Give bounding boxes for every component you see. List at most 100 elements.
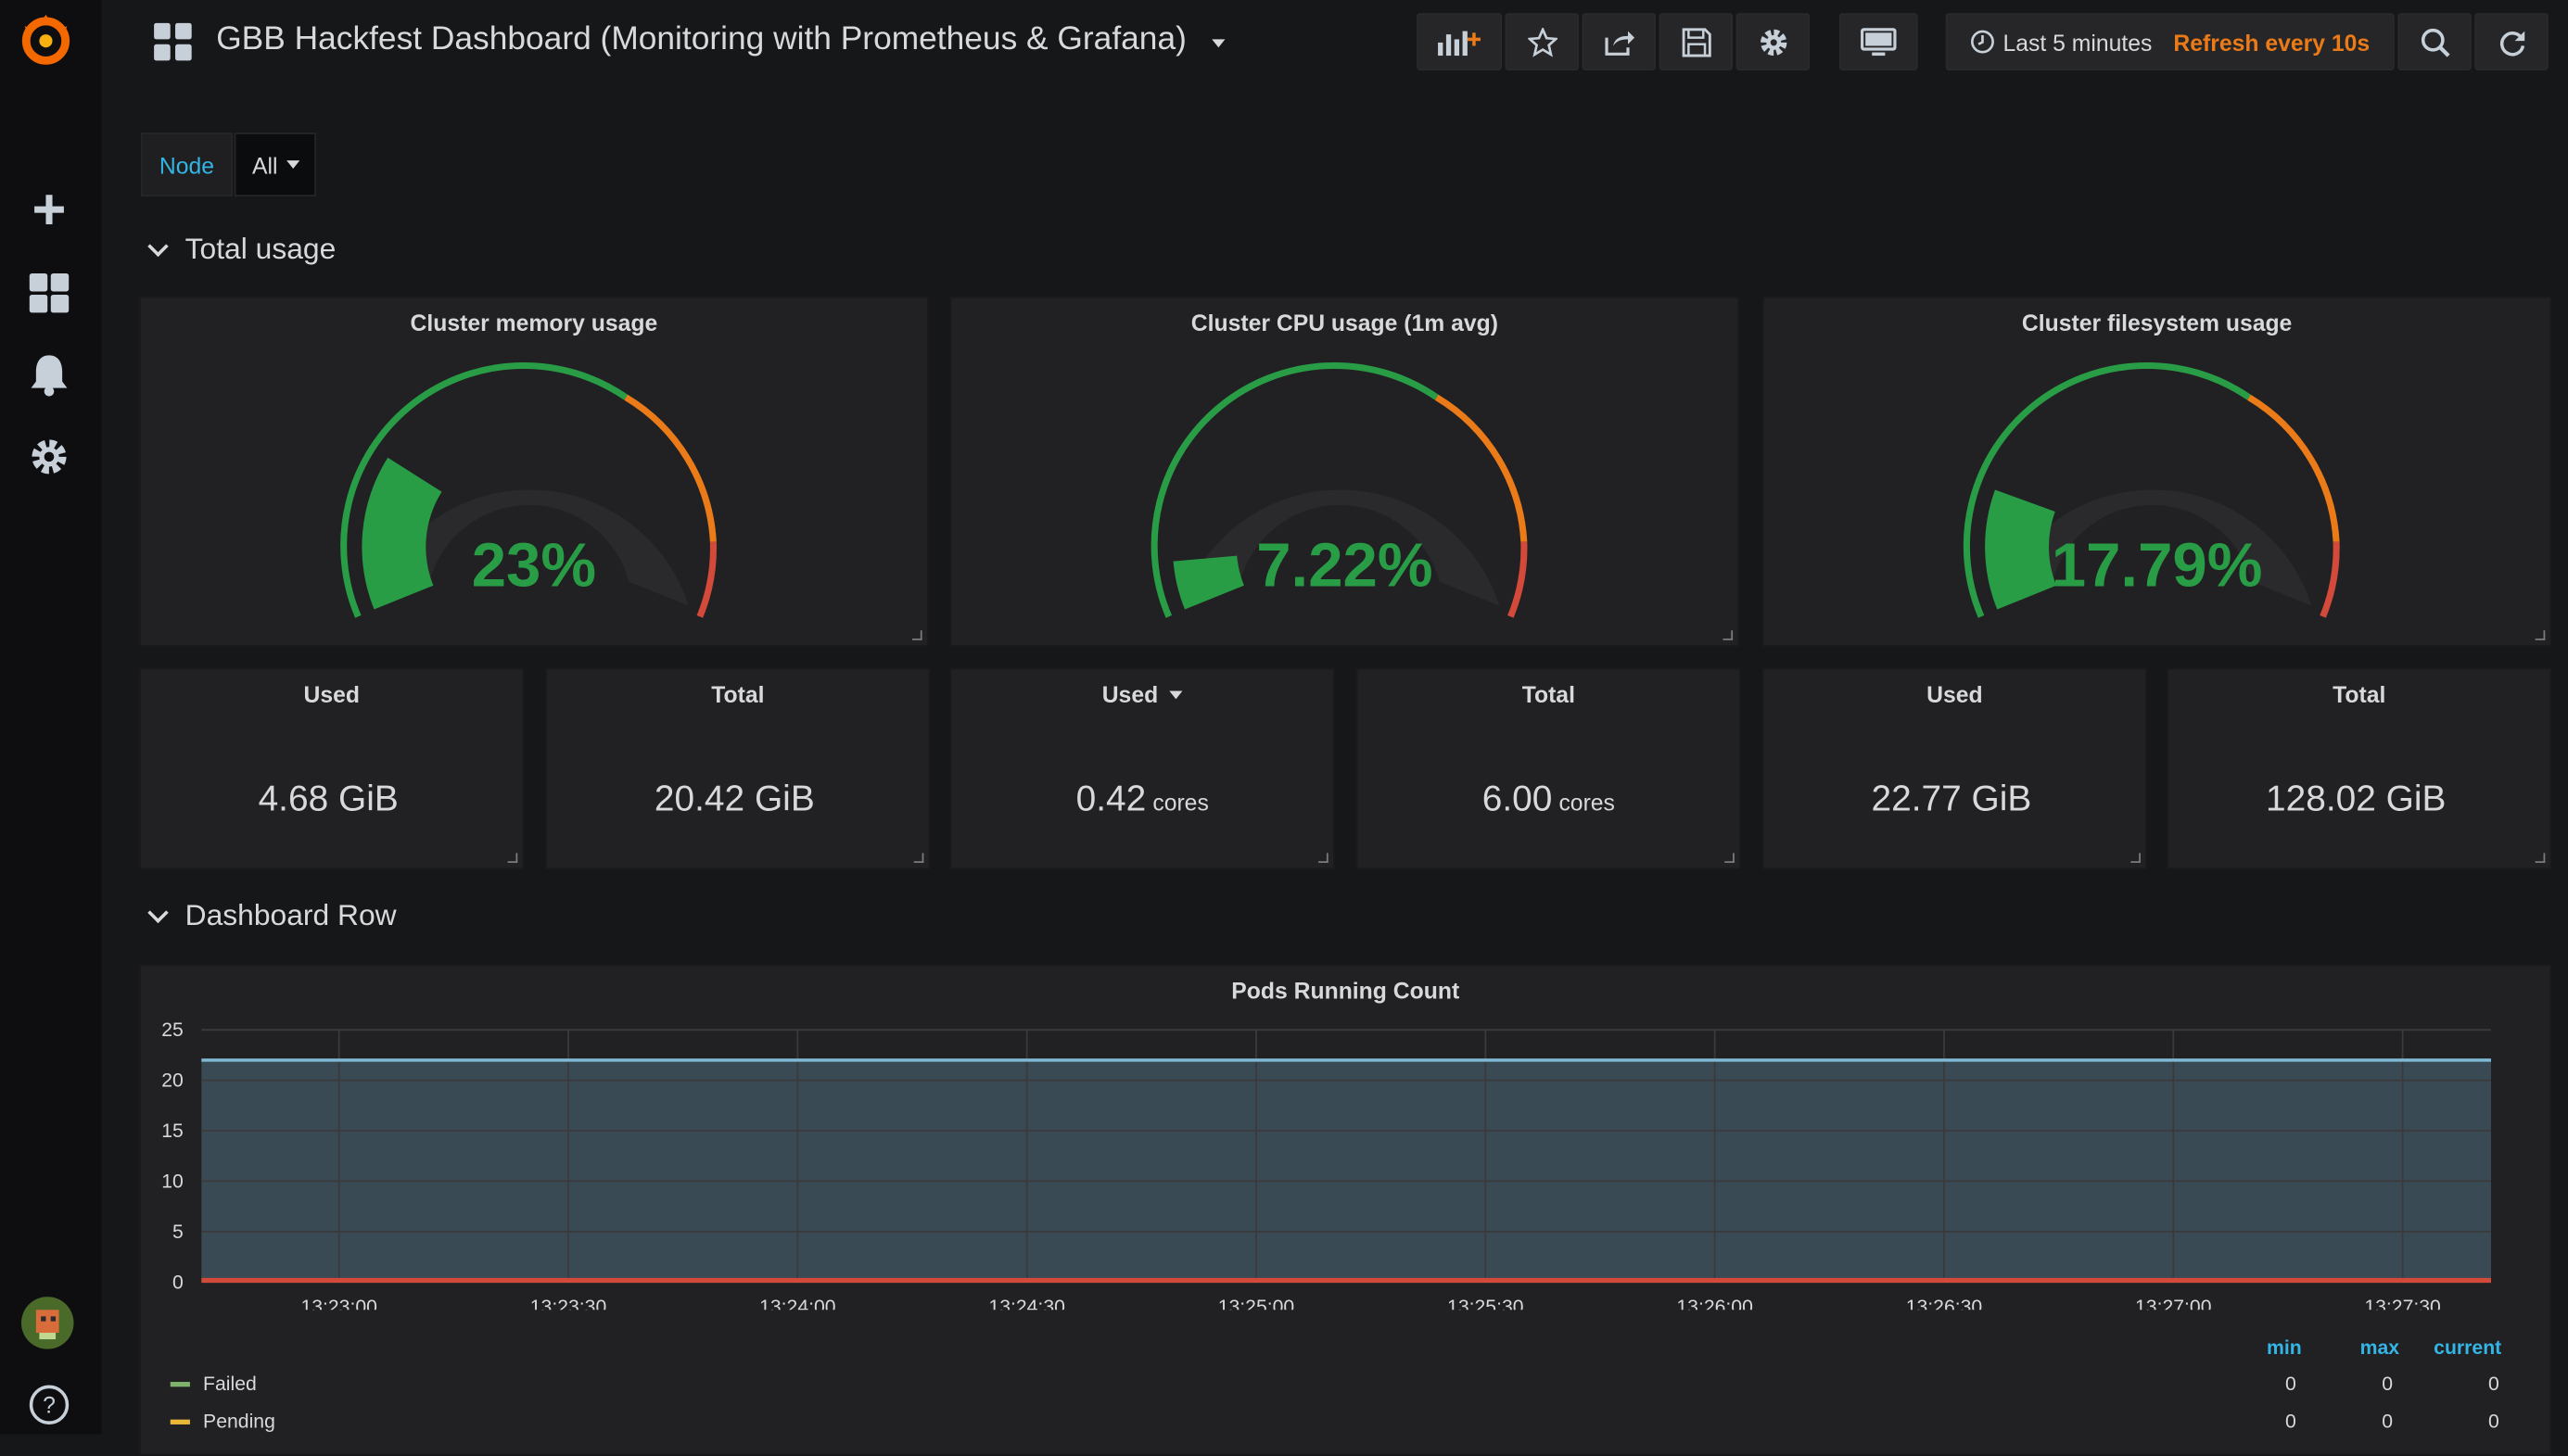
panel-title: Used: [303, 680, 360, 708]
legend-header-max[interactable]: max: [2360, 1336, 2399, 1360]
panel-title: Total: [1521, 680, 1575, 708]
legend-header-current[interactable]: current: [2434, 1336, 2501, 1360]
stat-unit: cores: [1152, 789, 1209, 816]
cog-icon: [1760, 28, 1786, 56]
gear-icon[interactable]: [26, 434, 71, 479]
panel-resize-handle[interactable]: [913, 853, 924, 863]
panel-title: Total: [711, 680, 765, 708]
row-total-usage[interactable]: Total usage: [147, 233, 336, 267]
chevron-down-icon: [147, 902, 169, 924]
legend-label: Failed: [203, 1372, 257, 1396]
pods-chart: 0 5 10 15 20 25 13:23:00 13:23:30 13:24:00 13:24:…: [161, 1019, 2491, 1310]
time-range-label: Last 5 minutes: [2002, 28, 2153, 56]
settings-button[interactable]: [1735, 13, 1811, 70]
tv-mode-button[interactable]: [1838, 13, 1918, 70]
variable-select[interactable]: All: [234, 133, 316, 196]
stat-number: 128.02 GiB: [2266, 778, 2447, 819]
gauge-panel-cpu[interactable]: Cluster CPU usage (1m avg) 7.22%: [949, 296, 1740, 647]
y-tick-label: 0: [172, 1272, 184, 1293]
stat-number: 22.77 GiB: [1871, 778, 2032, 819]
panel-title-label: Used: [1101, 680, 1159, 708]
x-tick-label: 13:24:30: [988, 1297, 1064, 1310]
panel-resize-handle[interactable]: [1318, 853, 1328, 863]
y-tick-label: 5: [172, 1222, 184, 1243]
plus-icon[interactable]: [26, 186, 71, 232]
share-button[interactable]: [1582, 13, 1657, 70]
gauge-panel-memory[interactable]: Cluster memory usage 23%: [139, 296, 929, 647]
main-area: GBB Hackfest Dashboard (Monitoring with …: [101, 0, 2568, 1456]
x-tick-label: 13:27:00: [2135, 1297, 2211, 1310]
panel-resize-handle[interactable]: [2535, 853, 2546, 863]
stat-number: 4.68 GiB: [258, 778, 399, 819]
graph-panel-pods[interactable]: Pods Running Count 0 5 10 15 20 25 13:23:00 13:…: [139, 964, 2552, 1456]
x-tick-label: 13:26:30: [1906, 1297, 1982, 1310]
zoom-out-button[interactable]: [2397, 13, 2472, 70]
stat-memory-used[interactable]: Used 4.68 GiB: [139, 667, 525, 870]
panel-resize-handle[interactable]: [1724, 853, 1735, 863]
gauge-value: 23%: [471, 532, 597, 601]
gauge-panel-filesystem[interactable]: Cluster filesystem usage 17.79%: [1761, 296, 2552, 647]
stat-number: 6.00: [1481, 778, 1553, 819]
panel-resize-handle[interactable]: [911, 630, 922, 640]
stat-fs-total[interactable]: Total 128.02 GiB: [2167, 667, 2552, 870]
share-icon: [1604, 30, 1634, 56]
stat-number: 20.42 GiB: [654, 778, 815, 819]
gauge-value: 7.22%: [1256, 532, 1433, 601]
title-caret-icon[interactable]: [1212, 39, 1226, 48]
legend-current: 0: [2488, 1410, 2499, 1433]
stat-value: 4.68 GiB: [141, 778, 523, 820]
stat-value: 20.42 GiB: [547, 778, 929, 820]
stat-memory-total[interactable]: Total 20.42 GiB: [545, 667, 931, 870]
gauge-value: 17.79%: [2051, 532, 2263, 601]
caret-down-icon: [286, 160, 299, 169]
help-icon[interactable]: ?: [26, 1382, 71, 1427]
stat-cpu-used[interactable]: Used 0.42 cores: [949, 667, 1335, 870]
dashboard-title[interactable]: GBB Hackfest Dashboard (Monitoring with …: [216, 21, 1187, 59]
x-tick-label: 13:23:30: [530, 1297, 606, 1310]
dashboard-navbar: GBB Hackfest Dashboard (Monitoring with …: [102, 0, 2568, 92]
dashboard-grid-icon[interactable]: [154, 22, 193, 70]
refresh-button[interactable]: [2474, 13, 2549, 70]
variable-select-value: All: [252, 151, 278, 178]
legend-swatch: [170, 1418, 190, 1424]
legend-current: 0: [2488, 1372, 2499, 1396]
x-tick-label: 13:25:30: [1447, 1297, 1523, 1310]
avatar[interactable]: [20, 1297, 74, 1349]
panel-resize-handle[interactable]: [2535, 630, 2546, 640]
stat-cpu-total[interactable]: Total 6.00 cores: [1355, 667, 1741, 870]
panel-menu-caret-icon[interactable]: [1169, 690, 1183, 700]
add-panel-button[interactable]: [1417, 13, 1502, 70]
add-panel-icon: [1438, 30, 1481, 56]
legend-item-failed[interactable]: Failed: [170, 1372, 257, 1396]
y-tick-label: 15: [161, 1120, 184, 1142]
dashboards-icon[interactable]: [26, 270, 71, 315]
time-picker[interactable]: Last 5 minutes Refresh every 10s: [1945, 13, 2395, 70]
row-dashboard-row[interactable]: Dashboard Row: [147, 899, 397, 933]
series-area: [201, 1059, 2491, 1283]
panel-title[interactable]: Used: [951, 681, 1333, 707]
panel-resize-handle[interactable]: [507, 853, 518, 863]
y-tick-label: 10: [161, 1171, 184, 1192]
legend-item-pending[interactable]: Pending: [170, 1410, 275, 1433]
x-tick-label: 13:24:00: [759, 1297, 835, 1310]
stat-value: 6.00 cores: [1358, 778, 1740, 820]
panel-title: Total: [2333, 680, 2386, 708]
grafana-logo-icon[interactable]: [17, 10, 76, 70]
y-tick-label: 25: [161, 1019, 184, 1041]
star-button[interactable]: [1505, 13, 1580, 70]
panel-title: Used: [1926, 680, 1983, 708]
x-tick-label: 13:23:00: [300, 1297, 376, 1310]
refresh-icon: [2499, 30, 2524, 56]
variable-label: Node: [140, 133, 233, 196]
x-tick-label: 13:25:00: [1218, 1297, 1294, 1310]
stat-value: 128.02 GiB: [2168, 778, 2550, 820]
panel-resize-handle[interactable]: [2130, 853, 2141, 863]
stat-fs-used[interactable]: Used 22.77 GiB: [1761, 667, 2148, 870]
x-tick-label: 13:27:30: [2364, 1297, 2440, 1310]
legend-label: Pending: [203, 1410, 275, 1433]
panel-resize-handle[interactable]: [1723, 630, 1734, 640]
legend-header-min[interactable]: min: [2267, 1336, 2302, 1360]
save-button[interactable]: [1659, 13, 1734, 70]
stat-value: 0.42 cores: [951, 778, 1333, 820]
bell-icon[interactable]: [26, 352, 71, 398]
